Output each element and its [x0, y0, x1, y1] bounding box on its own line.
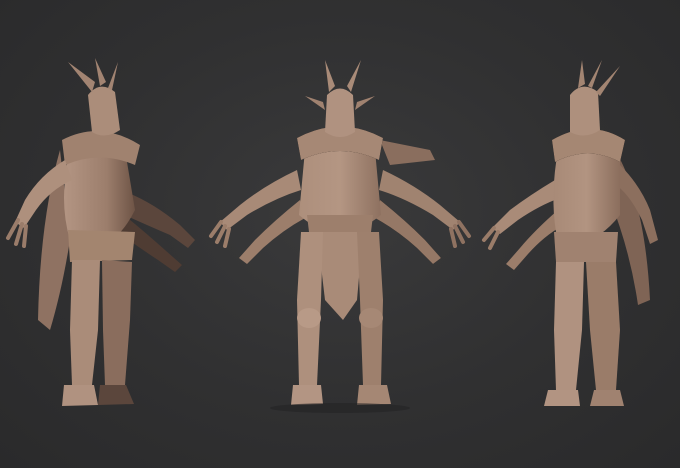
character-view-three-quarter-right [470, 0, 680, 468]
character-view-front [205, 0, 475, 468]
character-view-three-quarter-left [0, 0, 230, 468]
sculpt-viewport [0, 0, 680, 468]
